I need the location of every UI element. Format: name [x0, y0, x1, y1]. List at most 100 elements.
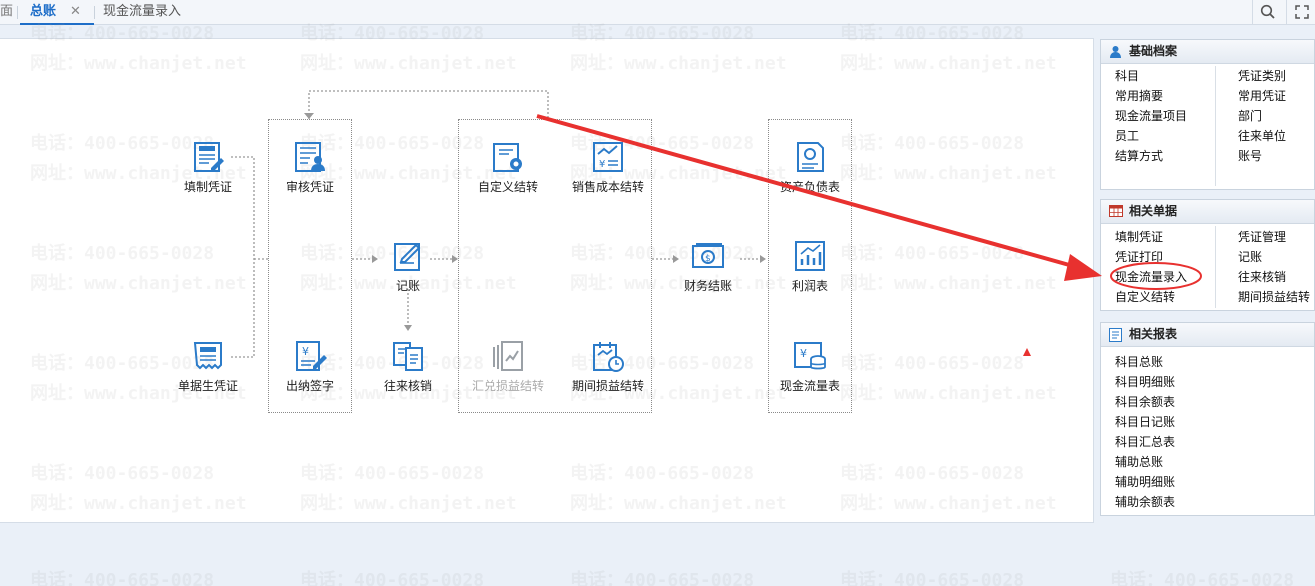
- node-label: 自定义结转: [477, 180, 538, 194]
- link-account-detail-ledger[interactable]: 科目明细账: [1115, 373, 1175, 390]
- tab-general-ledger[interactable]: 总账 ✕: [20, 0, 94, 25]
- ledger-flow-canvas: 电话：400-665-0028 网址：www.chanjet.net 电话：40…: [0, 23, 1094, 523]
- node-fx-gain-loss-transfer[interactable]: 汇兑损益结转: [453, 339, 563, 394]
- tab-divider: [17, 6, 18, 19]
- link-create-voucher[interactable]: 填制凭证: [1115, 228, 1163, 245]
- panel-related-reports: 相关报表 科目总账 科目明细账 科目余额表 科目日记账 科目汇总表 辅助总账 辅…: [1100, 322, 1315, 516]
- voucher-edit-icon: [194, 142, 224, 172]
- panel-title: 相关单据: [1129, 204, 1178, 218]
- watermark-text: 电话：400-665-0028: [1110, 570, 1295, 586]
- link-common-voucher[interactable]: 常用凭证: [1238, 87, 1286, 104]
- link-bank-account[interactable]: 账号: [1238, 147, 1262, 164]
- link-cash-flow-entry[interactable]: 现金流量录入: [1115, 268, 1187, 285]
- node-ar-ap-writeoff[interactable]: 往来核销: [353, 339, 463, 394]
- link-common-summary[interactable]: 常用摘要: [1115, 87, 1163, 104]
- financial-closing-icon: $: [692, 243, 724, 268]
- node-financial-closing[interactable]: $ 财务结账: [653, 239, 763, 294]
- node-cashier-sign[interactable]: ¥ 出纳签字: [255, 339, 365, 394]
- node-create-voucher[interactable]: 填制凭证: [153, 140, 263, 195]
- tab-cash-flow-entry[interactable]: 现金流量录入: [103, 0, 181, 25]
- link-aux-general-ledger[interactable]: 辅助总账: [1115, 453, 1163, 470]
- link-posting[interactable]: 记账: [1238, 248, 1262, 265]
- link-partner[interactable]: 往来单位: [1238, 127, 1286, 144]
- link-aux-balance[interactable]: 辅助余额表: [1115, 493, 1175, 510]
- close-icon[interactable]: ✕: [70, 0, 81, 24]
- node-cash-flow-statement[interactable]: ¥ 现金流量表: [755, 339, 865, 394]
- link-period-gain-loss-transfer[interactable]: 期间损益结转: [1238, 288, 1310, 305]
- link-account-journal[interactable]: 科目日记账: [1115, 413, 1175, 430]
- tab-label: 总账: [30, 4, 57, 19]
- panel-title: 相关报表: [1129, 327, 1178, 341]
- node-custom-transfer[interactable]: 自定义结转: [453, 140, 563, 195]
- fx-transfer-icon: [493, 341, 523, 371]
- tab-bar: 面 总账 ✕ 现金流量录入: [0, 0, 1315, 25]
- node-label: 单据生凭证: [177, 379, 238, 393]
- node-label: 现金流量表: [779, 379, 840, 393]
- search-icon: [1260, 4, 1275, 19]
- document-voucher-icon: [193, 342, 222, 370]
- watermark-text: 电话：400-665-0028: [300, 570, 485, 586]
- link-voucher-type[interactable]: 凭证类别: [1238, 67, 1286, 84]
- custom-transfer-icon: [493, 143, 522, 172]
- link-cash-flow-item[interactable]: 现金流量项目: [1115, 107, 1187, 124]
- fullscreen-button[interactable]: [1286, 0, 1314, 25]
- node-label: 出纳签字: [285, 379, 334, 393]
- panel-header: 基础档案: [1101, 40, 1314, 64]
- node-label: 往来核销: [383, 379, 432, 393]
- panel-header: 相关报表: [1101, 323, 1314, 347]
- svg-text:¥: ¥: [302, 345, 309, 358]
- node-balance-sheet[interactable]: 资产负债表: [755, 140, 865, 195]
- panel-header: 相关单据: [1101, 200, 1314, 224]
- watermark-text: 电话：400-665-0028: [30, 570, 215, 586]
- svg-text:$: $: [705, 254, 711, 264]
- svg-text:¥: ¥: [599, 159, 605, 170]
- node-income-statement[interactable]: 利润表: [755, 239, 865, 294]
- link-account-general-ledger[interactable]: 科目总账: [1115, 353, 1163, 370]
- link-employee[interactable]: 员工: [1115, 127, 1139, 144]
- node-label: 填制凭证: [183, 180, 232, 194]
- column-divider: [1215, 226, 1216, 308]
- link-account[interactable]: 科目: [1115, 67, 1139, 84]
- table-icon: [1109, 205, 1123, 217]
- panel-related-docs: 相关单据 填制凭证 凭证打印 现金流量录入 自定义结转 凭证管理 记账 往来核销…: [1100, 199, 1315, 311]
- node-posting[interactable]: 记账: [353, 239, 463, 294]
- node-sales-cost-transfer[interactable]: ¥ 销售成本结转: [553, 140, 663, 195]
- node-label: 销售成本结转: [571, 180, 644, 194]
- link-aux-detail-ledger[interactable]: 辅助明细账: [1115, 473, 1175, 490]
- node-label: 期间损益结转: [571, 379, 644, 393]
- fullscreen-icon: [1295, 5, 1309, 19]
- panel-title: 基础档案: [1129, 44, 1178, 58]
- link-ar-ap-writeoff[interactable]: 往来核销: [1238, 268, 1286, 285]
- writeoff-icon: [393, 342, 423, 371]
- watermark-text: 电话：400-665-0028: [570, 570, 755, 586]
- cash-flow-statement-icon: ¥: [794, 342, 826, 370]
- panel-basic-archive: 基础档案 科目 常用摘要 现金流量项目 员工 结算方式 凭证类别 常用凭证 部门…: [1100, 39, 1315, 190]
- node-label: 审核凭证: [285, 180, 334, 194]
- search-button[interactable]: [1252, 0, 1280, 25]
- cashier-sign-icon: ¥: [296, 341, 327, 371]
- voucher-audit-icon: [295, 142, 325, 172]
- watermark-text: 电话：400-665-0028: [840, 570, 1025, 586]
- node-doc-voucher[interactable]: 单据生凭证: [153, 339, 263, 394]
- balance-sheet-icon: [797, 142, 824, 172]
- link-settlement-method[interactable]: 结算方式: [1115, 147, 1163, 164]
- column-divider: [1215, 66, 1216, 186]
- period-transfer-icon: [593, 342, 624, 372]
- node-audit-voucher[interactable]: 审核凭证: [255, 140, 365, 195]
- node-label: 记账: [395, 279, 420, 293]
- tab-divider: [94, 6, 95, 19]
- posting-edit-icon: [394, 243, 421, 271]
- link-voucher-management[interactable]: 凭证管理: [1238, 228, 1286, 245]
- link-voucher-print[interactable]: 凭证打印: [1115, 248, 1163, 265]
- archive-user-icon: [1110, 46, 1121, 58]
- node-label: 资产负债表: [779, 180, 840, 194]
- link-account-summary[interactable]: 科目汇总表: [1115, 433, 1175, 450]
- tab-partial[interactable]: 面: [0, 0, 13, 25]
- node-label: 财务结账: [683, 279, 732, 293]
- node-period-gain-loss-transfer[interactable]: 期间损益结转: [553, 339, 663, 394]
- node-label: 利润表: [791, 279, 828, 293]
- link-account-balance[interactable]: 科目余额表: [1115, 393, 1175, 410]
- node-label: 汇兑损益结转: [471, 379, 544, 393]
- link-department[interactable]: 部门: [1238, 107, 1262, 124]
- link-custom-transfer[interactable]: 自定义结转: [1115, 288, 1175, 305]
